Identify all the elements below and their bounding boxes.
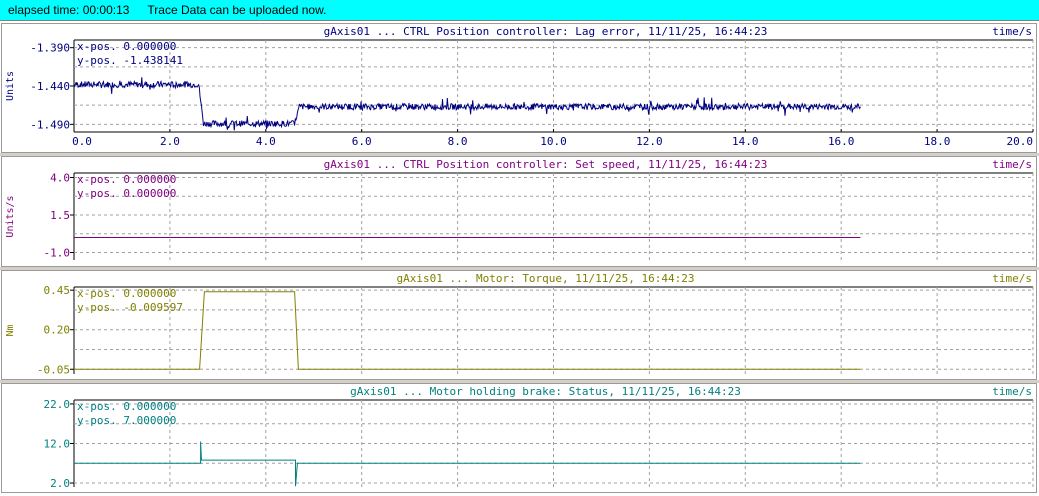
x-tick-label: 8.0 — [448, 135, 468, 148]
y-tick-label: -0.05 — [37, 363, 70, 376]
lag-error-chart[interactable]: -1.390 -1.440 -1.4900.0 2.0 4.0 6.0 8.0 10.0 12.… — [2, 24, 1036, 152]
y-tick-label: -1.0 — [44, 247, 71, 260]
set-speed-chart[interactable]: 4.0 1.5 -1.0 gAxis01 ... CTRL Position cont… — [2, 157, 1036, 266]
chart-title: gAxis01 ... CTRL Position controller: La… — [324, 25, 768, 38]
cursor-x-readout: x-pos. 0.000000 — [77, 287, 176, 300]
x-tick-label: 4.0 — [256, 135, 276, 148]
x-tick-label: 12.0 — [636, 135, 663, 148]
x-tick-label: 6.0 — [352, 135, 372, 148]
status-bar: elapsed time: 00:00:13 Trace Data can be… — [0, 0, 1039, 21]
x-axis-label: time/s — [992, 158, 1032, 171]
y-tick-label: -1.390 — [30, 42, 70, 55]
x-tick-label: 16.0 — [828, 135, 855, 148]
trace-panel-motor-torque[interactable]: 0.45 0.20 -0.05 gAxis01 ... Motor: Torque, … — [1, 270, 1037, 380]
status-message: Trace Data can be uploaded now. — [147, 3, 327, 17]
cursor-x-readout: x-pos. 0.000000 — [77, 400, 176, 413]
cursor-x-readout: x-pos. 0.000000 — [77, 173, 176, 186]
cursor-y-readout: y-pos. -1.438141 — [77, 54, 183, 67]
chart-title: gAxis01 ... Motor holding brake: Status,… — [350, 385, 741, 398]
chart-title: gAxis01 ... CTRL Position controller: Se… — [324, 158, 768, 171]
series-line — [74, 441, 861, 487]
y-axis-label: Units/s — [5, 195, 16, 237]
holding-brake-chart[interactable]: 22.0 12.0 2.0 gAxis01 ... Motor holding bra… — [2, 384, 1036, 492]
x-tick-label: 0.0 — [72, 135, 92, 148]
trace-panel-holding-brake[interactable]: 22.0 12.0 2.0 gAxis01 ... Motor holding bra… — [1, 383, 1037, 493]
y-tick-label: 1.5 — [50, 209, 70, 222]
x-axis-label: time/s — [992, 385, 1032, 398]
cursor-y-readout: y-pos. 0.000000 — [77, 187, 176, 200]
x-tick-label: 2.0 — [160, 135, 180, 148]
y-tick-label: 4.0 — [50, 172, 70, 185]
x-tick-label: 14.0 — [732, 135, 759, 148]
y-tick-label: -1.490 — [30, 118, 70, 131]
trace-panel-lag-error[interactable]: -1.390 -1.440 -1.490 0.0 2.0 4.0 6.0 8.0 10.0 12.… — [1, 23, 1037, 153]
y-axis-label: Nm — [5, 324, 16, 336]
x-tick-label: 20.0 — [1007, 135, 1034, 148]
cursor-y-readout: y-pos. 7.000000 — [77, 414, 176, 427]
x-tick-label: 18.0 — [924, 135, 951, 148]
x-axis-label: time/s — [992, 272, 1032, 285]
x-tick-label: 10.0 — [540, 135, 567, 148]
cursor-x-readout: x-pos. 0.000000 — [77, 40, 176, 53]
y-tick-label: 22.0 — [44, 398, 71, 411]
x-axis-label: time/s — [992, 25, 1032, 38]
series-line — [74, 291, 861, 370]
y-tick-label: 12.0 — [44, 438, 71, 451]
y-tick-label: -1.440 — [30, 80, 70, 93]
elapsed-time: elapsed time: 00:00:13 — [8, 3, 130, 17]
motor-torque-chart[interactable]: 0.45 0.20 -0.05 gAxis01 ... Motor: Torque, … — [2, 271, 1036, 379]
series-line — [73, 77, 861, 131]
y-tick-label: 0.20 — [44, 324, 71, 337]
chart-title: gAxis01 ... Motor: Torque, 11/11/25, 16:… — [396, 272, 694, 285]
y-tick-label: 2.0 — [50, 477, 70, 490]
y-axis-label: Units — [5, 71, 16, 101]
cursor-y-readout: y-pos. -0.009597 — [77, 301, 183, 314]
y-tick-label: 0.45 — [44, 284, 71, 297]
trace-panel-set-speed[interactable]: 4.0 1.5 -1.0 gAxis01 ... CTRL Position cont… — [1, 156, 1037, 267]
